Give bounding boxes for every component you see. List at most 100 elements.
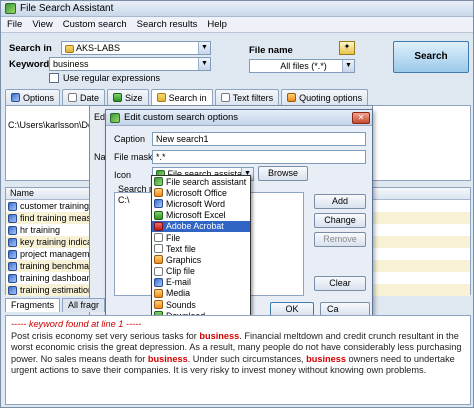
dropdown-option-label: Adobe Acrobat: [166, 221, 224, 232]
tab-date[interactable]: Date: [62, 89, 106, 105]
email-icon: [154, 277, 163, 287]
keyword-highlight: business: [147, 353, 188, 364]
dropdown-option-label: Microsoft Office: [166, 187, 227, 198]
dropdown-option[interactable]: File: [152, 232, 250, 243]
dropdown-option[interactable]: Microsoft Word: [152, 198, 250, 209]
app-icon: [5, 3, 16, 14]
options-tabs: Options Date Size Search in Text filters…: [5, 89, 369, 105]
row-label: project manageme: [20, 249, 95, 259]
dropdown-option-label: Text file: [166, 243, 196, 254]
keyword-value: business: [53, 59, 89, 69]
dropdown-option[interactable]: E-mail: [152, 277, 250, 288]
tab-options[interactable]: Options: [5, 89, 61, 105]
chevron-down-icon[interactable]: ▼: [342, 60, 354, 72]
dialog-title-bar: Edit custom search options: [106, 110, 372, 126]
tab-all-fragments[interactable]: All fragr: [62, 298, 106, 312]
search-in-combo[interactable]: AKS-LABS ▼: [61, 41, 211, 55]
word-doc-icon: [8, 213, 17, 223]
acrobat-icon: [154, 221, 163, 231]
search-in-label: Search in: [9, 43, 52, 54]
regex-option[interactable]: Use regular expressions: [49, 73, 160, 83]
graphics-icon: [154, 255, 163, 265]
tab-fragments[interactable]: Fragments: [5, 298, 61, 312]
magic-wand-icon[interactable]: ✦: [339, 41, 355, 55]
dropdown-option-label: Microsoft Word: [166, 198, 225, 209]
word-icon: [154, 199, 163, 209]
dropdown-option-label: Sounds: [166, 299, 196, 310]
menu-search-results[interactable]: Search results: [137, 19, 198, 30]
keyword-label: Keyword: [9, 59, 50, 70]
tab-search-in-label: Search in: [168, 92, 207, 103]
keyword-combo[interactable]: business ▼: [49, 57, 211, 71]
change-button[interactable]: Change: [314, 213, 366, 228]
menu-bar: File View Custom search Search results H…: [1, 17, 473, 33]
chevron-down-icon[interactable]: ▼: [198, 58, 210, 70]
dropdown-option-label: Media: [166, 288, 190, 299]
office-icon: [154, 188, 163, 198]
path-value: C:\Users\karlsson\Desk: [8, 120, 103, 130]
text-part: . Under such circumstances,: [187, 353, 307, 364]
dropdown-option[interactable]: File search assistant: [152, 176, 250, 187]
media-icon: [154, 288, 163, 298]
folder-icon: [156, 93, 166, 102]
background-dialog-title: Ed: [94, 112, 106, 122]
word-doc-icon: [8, 261, 17, 271]
clear-button[interactable]: Clear: [314, 276, 366, 291]
dropdown-option[interactable]: Clip file: [152, 266, 250, 277]
dropdown-option[interactable]: Sounds: [152, 299, 250, 310]
dropdown-option-label: Clip file: [166, 266, 195, 277]
tab-quoting-options-label: Quoting options: [299, 92, 363, 103]
quote-icon: [287, 93, 297, 102]
dropdown-option[interactable]: Microsoft Excel: [152, 210, 250, 221]
search-button[interactable]: Search: [393, 41, 469, 73]
fragment-paragraph: Post crisis economy set very serious tas…: [11, 331, 465, 377]
tab-quoting-options[interactable]: Quoting options: [281, 89, 369, 105]
dropdown-option[interactable]: Graphics: [152, 254, 250, 265]
search-path-item[interactable]: C:\: [118, 195, 130, 205]
file-name-value: All files (*.*): [280, 61, 327, 71]
row-label: training estimation: [20, 285, 94, 295]
chevron-down-icon[interactable]: ▼: [198, 42, 210, 54]
word-doc-icon: [8, 273, 17, 283]
menu-file[interactable]: File: [7, 19, 22, 30]
tab-size[interactable]: Size: [107, 89, 149, 105]
word-doc-icon: [8, 201, 17, 211]
dropdown-option[interactable]: Media: [152, 288, 250, 299]
dropdown-option[interactable]: Text file: [152, 243, 250, 254]
dialog-title: Edit custom search options: [124, 112, 239, 123]
file-icon: [154, 233, 163, 243]
icon-dropdown-list: File search assistant Microsoft Office Mic…: [151, 175, 251, 337]
filter-icon: [220, 93, 230, 102]
keyword-highlight: business: [199, 330, 240, 341]
app-icon: [154, 177, 163, 187]
menu-custom-search[interactable]: Custom search: [63, 19, 127, 30]
menu-view[interactable]: View: [32, 19, 52, 30]
size-icon: [113, 93, 123, 102]
regex-label: Use regular expressions: [63, 73, 161, 83]
remove-button[interactable]: Remove: [314, 232, 366, 247]
found-line: ----- keyword found at line 1 -----: [11, 319, 142, 329]
caption-input[interactable]: New search1: [152, 132, 366, 146]
dropdown-option-label: Microsoft Excel: [166, 210, 226, 221]
dropdown-option[interactable]: Adobe Acrobat: [152, 220, 250, 232]
sounds-icon: [154, 300, 163, 310]
menu-help[interactable]: Help: [207, 19, 227, 30]
tab-search-in[interactable]: Search in: [150, 89, 213, 105]
row-label: key training indicat: [20, 237, 95, 247]
caption-label: Caption: [114, 134, 146, 144]
tab-text-filters[interactable]: Text filters: [214, 89, 280, 105]
clip-icon: [154, 266, 163, 276]
add-button[interactable]: Add: [314, 194, 366, 209]
folder-icon: [65, 44, 74, 53]
window-title: File Search Assistant: [20, 3, 114, 14]
file-name-combo[interactable]: All files (*.*) ▼: [249, 59, 355, 73]
browse-button[interactable]: Browse: [258, 166, 308, 181]
row-label: customer training: [20, 201, 90, 211]
file-masks-input[interactable]: *.*: [152, 150, 366, 164]
regex-checkbox[interactable]: [49, 73, 59, 83]
dropdown-option[interactable]: Microsoft Office: [152, 187, 250, 198]
tab-date-label: Date: [80, 92, 100, 103]
close-icon[interactable]: ✕: [352, 112, 370, 124]
dropdown-option-label: File search assistant: [166, 176, 247, 187]
dropdown-option-label: E-mail: [166, 277, 191, 288]
